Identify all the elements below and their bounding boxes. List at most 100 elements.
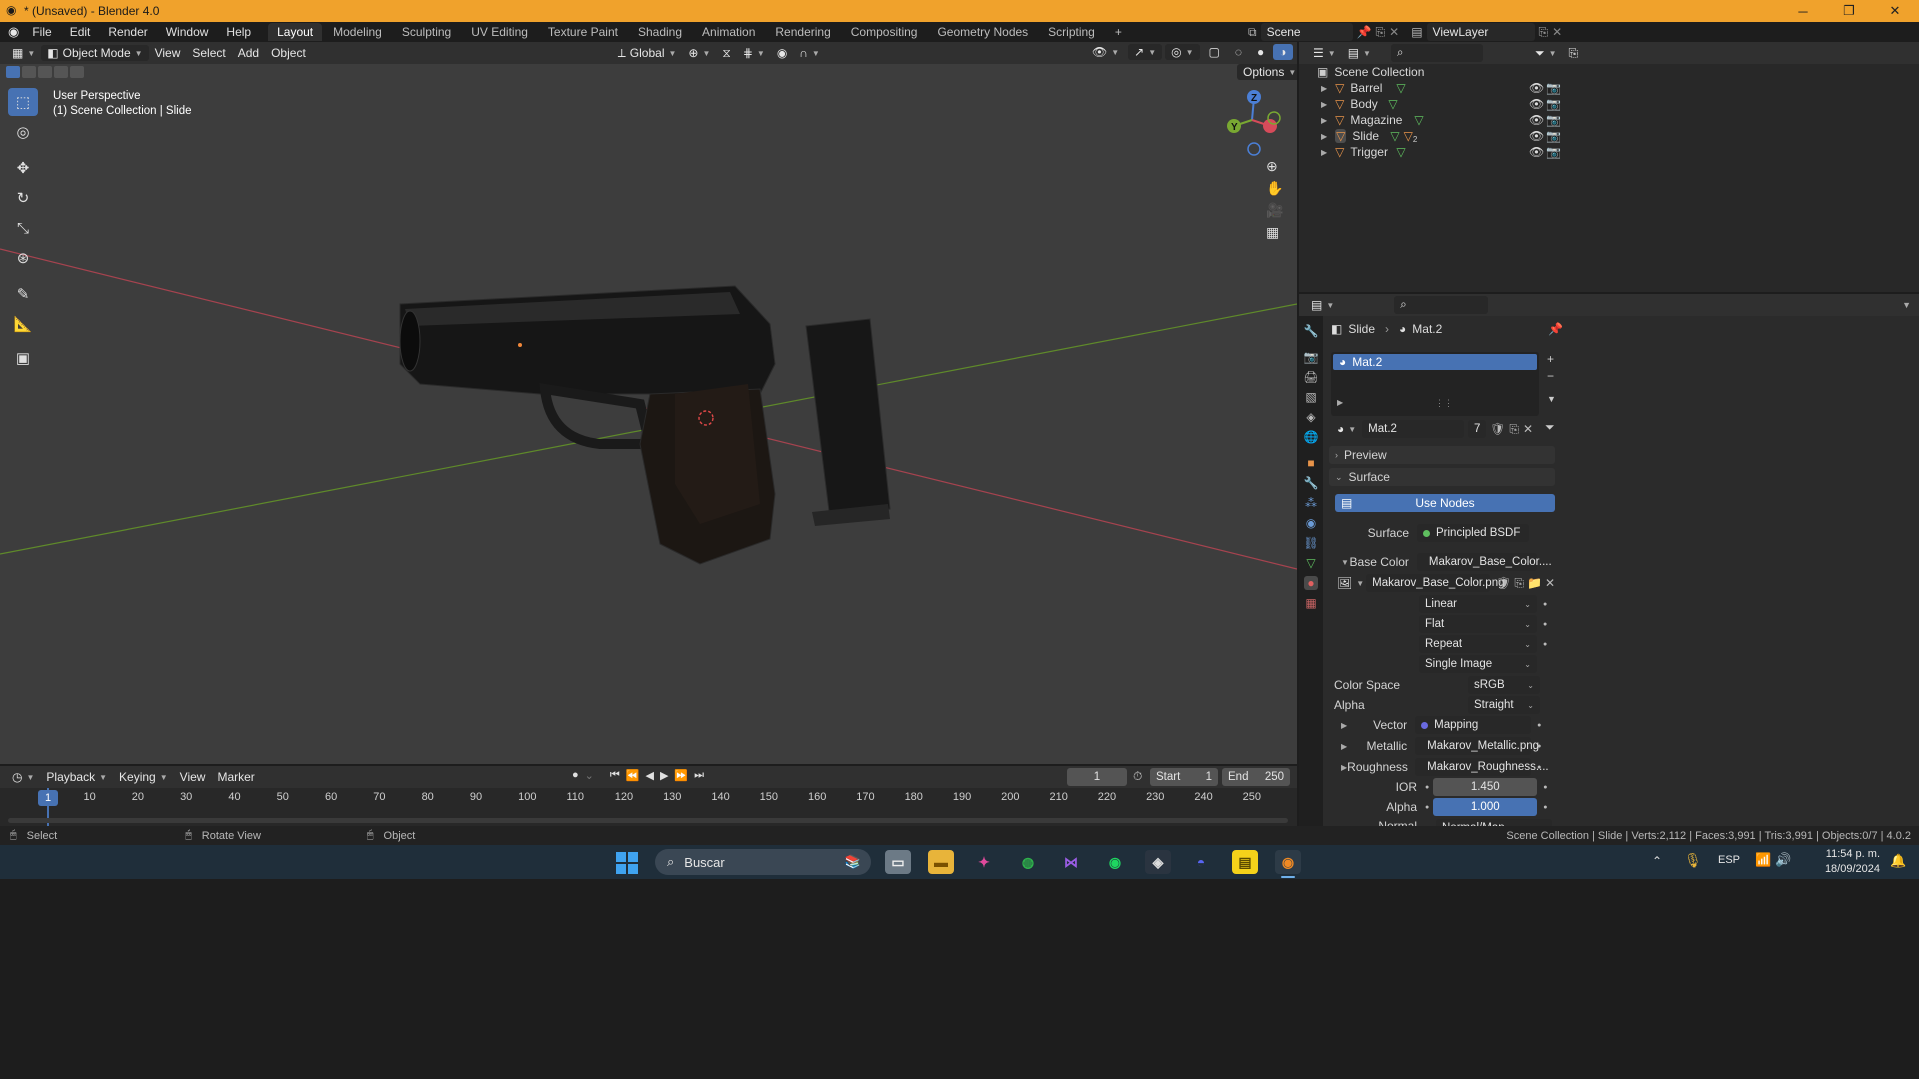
proportional-edit-toggle[interactable]: ◉	[771, 45, 793, 61]
render-camera-icon[interactable]: 📷	[1546, 97, 1561, 111]
material-name-field[interactable]: Mat.2	[1362, 420, 1465, 438]
base-color-input-field[interactable]: Makarov_Base_Color....	[1416, 553, 1552, 571]
open-image-folder-icon[interactable]: 📁	[1527, 576, 1542, 590]
select-invert-button[interactable]	[54, 66, 68, 78]
new-collection-icon[interactable]: ⎘	[1562, 45, 1584, 62]
gizmo-toggle[interactable]: ↗ ▼	[1128, 44, 1163, 60]
menu-select[interactable]: Select	[186, 45, 231, 61]
mesh-data-icon[interactable]: ▽	[1390, 129, 1399, 143]
cursor-tool[interactable]: ◎	[8, 118, 38, 146]
preview-section-header[interactable]: › Preview	[1329, 446, 1555, 464]
mesh-data-icon[interactable]: ▽	[1414, 113, 1423, 127]
outliner-row-trigger[interactable]: ▶ ▽ Trigger ▽ 👁 📷	[1299, 144, 1919, 160]
volume-icon[interactable]: 🔊	[1775, 852, 1791, 868]
alpha-mode-dropdown[interactable]: Straight ⌄	[1468, 696, 1540, 714]
wireframe-shading-button[interactable]: ◌	[1229, 44, 1248, 60]
duplicate-image-icon[interactable]: ⎘	[1514, 576, 1524, 591]
fake-user-shield-icon[interactable]: 🛡	[1490, 422, 1505, 436]
tab-shading[interactable]: Shading	[629, 23, 691, 41]
render-tab-icon[interactable]: 📷	[1304, 350, 1319, 364]
keyframe-dot-icon[interactable]: ●	[1543, 641, 1547, 648]
keyframe-dot-icon[interactable]: ●	[1543, 601, 1547, 608]
chrome-icon[interactable]: ◍	[1015, 850, 1041, 874]
copilot-icon[interactable]: ✦	[971, 850, 997, 874]
color-space-dropdown[interactable]: sRGB ⌄	[1468, 676, 1540, 694]
material-icon[interactable]: ▽	[1404, 129, 1413, 143]
metallic-input-field[interactable]: Makarov_Metallic.png	[1415, 737, 1539, 755]
clock[interactable]: 11:54 p. m. 18/09/2024	[1804, 847, 1880, 877]
measure-tool[interactable]: 📐	[8, 310, 38, 338]
tab-layout[interactable]: Layout	[268, 23, 323, 41]
browse-material-dropdown[interactable]: ◕ ▼	[1331, 421, 1362, 437]
preview-range-clock-icon[interactable]: ⏱	[1133, 769, 1142, 784]
close-button[interactable]: ✕	[1872, 0, 1918, 22]
spotify-icon[interactable]: ◉	[1102, 850, 1128, 874]
menu-file[interactable]: File	[23, 25, 60, 39]
keyframe-dot-icon[interactable]: ●	[1537, 722, 1541, 729]
notification-bell-icon[interactable]: 🔔	[1890, 853, 1906, 869]
keyboard-language[interactable]: ESP	[1718, 854, 1740, 866]
select-box-tool[interactable]: ⬚	[8, 88, 38, 116]
snap-dropdown[interactable]: ⋕ ▼	[737, 45, 771, 61]
show-hidden-icons-chevron[interactable]: ⌃	[1652, 854, 1662, 868]
unlink-image-icon[interactable]: ✕	[1545, 576, 1555, 590]
scene-name-field[interactable]: Scene	[1260, 23, 1353, 41]
interpolation-dropdown[interactable]: Linear ⌄	[1419, 595, 1537, 613]
maximize-button[interactable]: ❐	[1826, 0, 1872, 22]
visibility-dropdown[interactable]: 👁 ▼	[1086, 44, 1125, 60]
mesh-data-icon[interactable]: ▽	[1396, 145, 1405, 159]
menu-edit[interactable]: Edit	[61, 25, 100, 39]
editor-type-dropdown[interactable]: ▦ ▼	[6, 45, 41, 61]
pivot-dropdown[interactable]: ⊕ ▼	[682, 45, 716, 61]
taskbar-search-box[interactable]: ⌕ Buscar 📚	[655, 849, 871, 875]
expand-arrow-icon[interactable]: ▶	[1321, 100, 1327, 109]
projection-dropdown[interactable]: Flat ⌄	[1419, 615, 1537, 633]
blender-menu-icon[interactable]: ◉	[8, 24, 19, 40]
physics-tab-icon[interactable]: ◉	[1306, 516, 1316, 530]
menu-help[interactable]: Help	[217, 25, 260, 39]
material-slot-item[interactable]: ◕ Mat.2	[1333, 354, 1537, 370]
add-workspace-button[interactable]: +	[1106, 23, 1131, 41]
image-name-field[interactable]: Makarov_Base_Color.png	[1366, 574, 1505, 592]
extension-dropdown[interactable]: Repeat ⌄	[1419, 635, 1537, 653]
delete-scene-icon[interactable]: ✕	[1389, 25, 1399, 39]
modifier-tab-icon[interactable]: 🔧	[1304, 476, 1319, 490]
tab-animation[interactable]: Animation	[693, 23, 764, 41]
expand-arrow-icon[interactable]: ▶	[1321, 84, 1327, 93]
new-view-layer-icon[interactable]: ⎘	[1539, 25, 1549, 40]
file-explorer-icon[interactable]: ▬	[928, 850, 954, 874]
menu-window[interactable]: Window	[157, 25, 218, 39]
scale-tool[interactable]: ⤡	[8, 214, 38, 242]
move-tool[interactable]: ✥	[8, 154, 38, 182]
link-dropdown[interactable]: ⏷	[1545, 420, 1555, 435]
3d-viewport[interactable]: User Perspective (1) Scene Collection | …	[0, 64, 1297, 764]
pin-icon[interactable]: 📌	[1357, 25, 1372, 39]
duplicate-material-icon[interactable]: ⎘	[1509, 422, 1519, 437]
visibility-eye-icon[interactable]: 👁	[1529, 97, 1544, 111]
visual-studio-icon[interactable]: ⋈	[1058, 850, 1084, 874]
select-extend-button[interactable]	[22, 66, 36, 78]
properties-search-input[interactable]: ⌕	[1394, 296, 1489, 314]
keyframe-dot-icon[interactable]: ●	[1537, 743, 1541, 750]
display-mode-dropdown[interactable]: ▤ ▼	[1342, 45, 1377, 61]
data-tab-icon[interactable]: ▽	[1306, 556, 1315, 570]
tool-tab-icon[interactable]: 🔧	[1304, 324, 1319, 338]
fake-user-shield-icon[interactable]: 🛡	[1496, 576, 1511, 590]
zoom-icon[interactable]: ⊕	[1266, 158, 1283, 175]
solid-shading-button[interactable]: ●	[1251, 44, 1270, 60]
outliner-editor-type-dropdown[interactable]: ☰ ▼	[1307, 45, 1342, 61]
falloff-dropdown[interactable]: ∩ ▼	[793, 45, 826, 61]
tab-geometry-nodes[interactable]: Geometry Nodes	[928, 23, 1037, 41]
menu-playback[interactable]: Playback ▼	[40, 769, 113, 785]
vector-input-field[interactable]: Mapping	[1415, 716, 1532, 734]
scene-selector-icon[interactable]: ⧉	[1248, 25, 1257, 40]
current-frame-field[interactable]: 1	[1067, 768, 1127, 786]
keying-set-dropdown[interactable]: ⌄	[585, 769, 594, 782]
texture-tab-icon[interactable]: ▦	[1305, 596, 1316, 610]
keyframe-dot-icon[interactable]: ●	[1537, 764, 1541, 771]
tab-rendering[interactable]: Rendering	[766, 23, 839, 41]
auto-keying-record-icon[interactable]: ●	[572, 769, 579, 782]
play-icon[interactable]: ▶	[660, 769, 668, 782]
add-cube-tool[interactable]: ▣	[8, 344, 38, 372]
browse-image-dropdown[interactable]: 🖼 ▼	[1335, 576, 1366, 590]
